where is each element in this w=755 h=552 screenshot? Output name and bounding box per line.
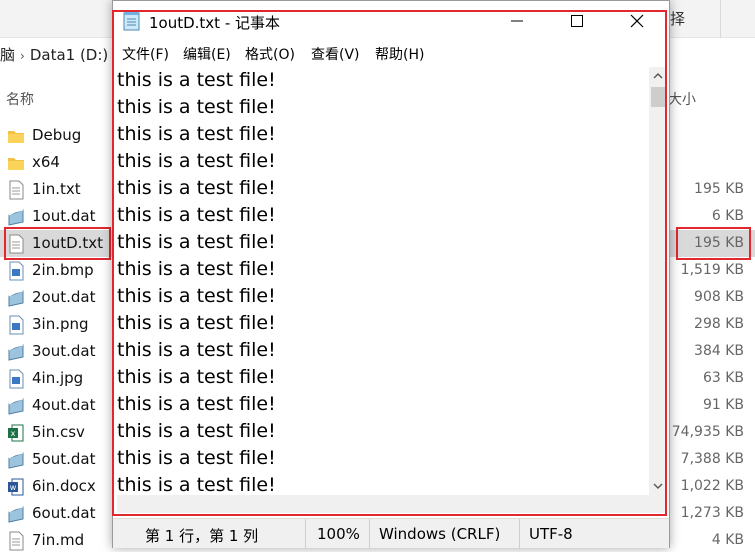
- status-divider: [519, 519, 520, 549]
- excel-file-icon: x: [7, 423, 25, 443]
- address-bar[interactable]: 脑 › Data1 (D:): [0, 40, 116, 70]
- file-name: Debug: [32, 126, 82, 144]
- breadcrumb-drive[interactable]: Data1 (D:): [30, 40, 108, 70]
- file-size: 908 KB: [694, 289, 744, 305]
- file-name: 7in.md: [32, 531, 85, 549]
- file-name: 2in.bmp: [32, 261, 94, 279]
- dat-file-icon: [7, 288, 25, 308]
- file-size: 1,022 KB: [680, 478, 744, 494]
- ribbon-select-label[interactable]: 择: [670, 8, 685, 29]
- status-divider: [369, 519, 370, 549]
- dat-file-icon: [7, 504, 25, 524]
- dat-file-icon: [7, 450, 25, 470]
- file-name: 4out.dat: [32, 396, 96, 414]
- file-size: 4 KB: [711, 532, 744, 548]
- file-name: x64: [32, 153, 60, 171]
- word-file-icon: w: [7, 477, 25, 497]
- ribbon-right-panel: [720, 0, 755, 38]
- column-header-size[interactable]: 大小: [668, 89, 696, 109]
- highlight-box-notepad: [112, 10, 667, 516]
- file-name: 3out.dat: [32, 342, 96, 360]
- highlight-box-filesize: [676, 227, 751, 260]
- image-file-icon: [7, 261, 25, 281]
- dat-file-icon: [7, 396, 25, 416]
- file-size: 298 KB: [694, 316, 744, 332]
- breadcrumb-computer[interactable]: 脑: [0, 40, 15, 70]
- file-name: 5in.csv: [32, 423, 85, 441]
- breadcrumb-separator-icon: ›: [20, 49, 25, 63]
- file-name: 5out.dat: [32, 450, 96, 468]
- file-size: 195 KB: [694, 181, 744, 197]
- text-file-icon: [7, 531, 25, 551]
- dat-file-icon: [7, 342, 25, 362]
- file-name: 6out.dat: [32, 504, 96, 522]
- status-encoding: UTF-8: [529, 525, 573, 543]
- folder-icon: [7, 153, 25, 173]
- status-bar: 第 1 行，第 1 列 100% Windows (CRLF) UTF-8: [113, 518, 669, 549]
- svg-text:w: w: [10, 483, 17, 492]
- file-name: 2out.dat: [32, 288, 96, 306]
- file-size: 384 KB: [694, 343, 744, 359]
- file-name: 3in.png: [32, 315, 89, 333]
- file-size: 74,935 KB: [671, 424, 744, 440]
- dat-file-icon: [7, 207, 25, 227]
- file-size: 1,519 KB: [680, 262, 744, 278]
- highlight-box-filename: [4, 227, 111, 260]
- column-header-name[interactable]: 名称: [6, 89, 34, 109]
- text-file-icon: [7, 180, 25, 200]
- file-name: 1out.dat: [32, 207, 96, 225]
- file-size: 91 KB: [702, 397, 744, 413]
- file-size: 7,388 KB: [680, 451, 744, 467]
- image-file-icon: [7, 369, 25, 389]
- folder-icon: [7, 126, 25, 146]
- file-name: 1in.txt: [32, 180, 81, 198]
- status-zoom: 100%: [317, 525, 360, 543]
- file-name: 4in.jpg: [32, 369, 84, 387]
- svg-text:x: x: [11, 429, 16, 438]
- file-name: 6in.docx: [32, 477, 96, 495]
- status-divider: [305, 519, 306, 549]
- status-cursor-position: 第 1 行，第 1 列: [145, 527, 259, 545]
- image-file-icon: [7, 315, 25, 335]
- file-size: 6 KB: [711, 208, 744, 224]
- file-size: 63 KB: [702, 370, 744, 386]
- status-line-ending: Windows (CRLF): [379, 525, 501, 543]
- file-size: 1,273 KB: [680, 505, 744, 521]
